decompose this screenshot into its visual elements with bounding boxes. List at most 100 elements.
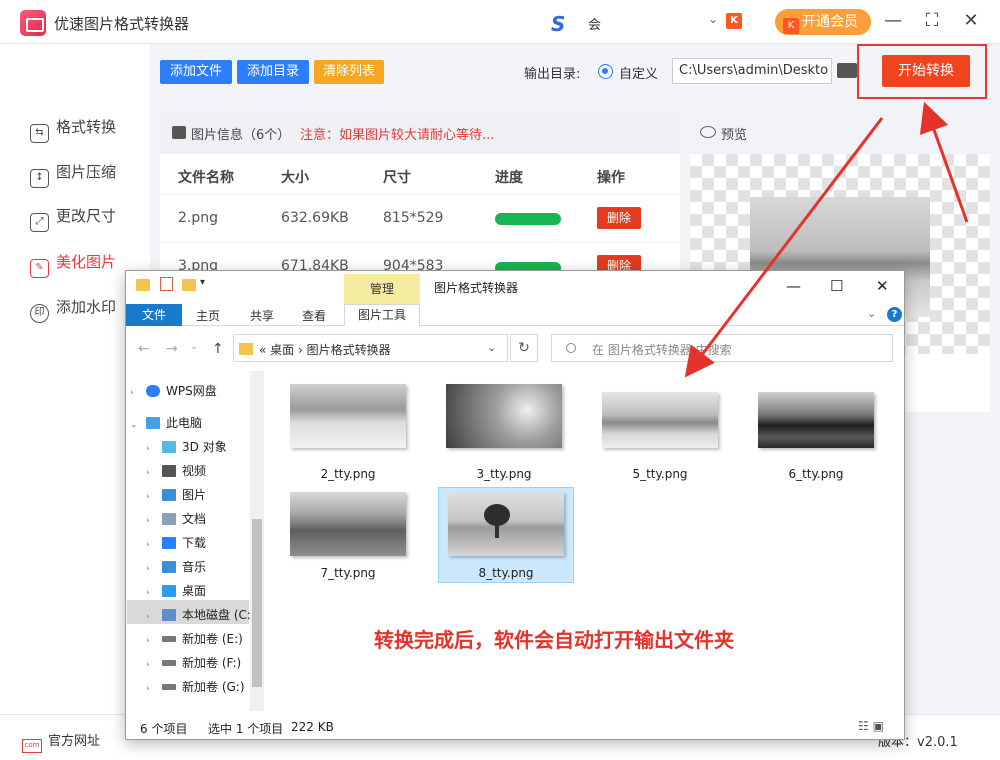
column-header-name: 文件名称 — [178, 170, 234, 186]
cell-file-size: 632.69KB — [281, 210, 349, 226]
up-arrow-icon[interactable]: ↑ — [212, 341, 224, 357]
image-icon — [172, 126, 186, 139]
tree-item-desktop[interactable]: › 桌面 — [146, 581, 206, 601]
chevron-down-icon[interactable]: ⌄ — [708, 12, 718, 26]
maximize-icon[interactable]: ☐ — [830, 277, 843, 295]
resize-icon: ⤢ — [30, 213, 49, 232]
sidebar-item-label: 添加水印 — [56, 298, 117, 316]
official-site-link[interactable]: com 官方网址 — [22, 730, 100, 753]
thumbnail-image[interactable] — [758, 392, 874, 448]
sidebar-item-resize[interactable]: ⤢ 更改尺寸 — [30, 205, 116, 232]
tree-item-drive-g[interactable]: › 新加卷 (G:) — [146, 677, 245, 697]
minimize-icon[interactable]: — — [882, 10, 904, 32]
thumbnail-image[interactable] — [448, 492, 564, 556]
file-name[interactable]: 8_tty.png — [441, 566, 571, 580]
tree-item-wps[interactable]: › WPS网盘 — [130, 381, 217, 401]
tab-view[interactable]: 查看 — [302, 307, 326, 324]
official-site-label: 官方网址 — [48, 734, 101, 749]
column-header-dims: 尺寸 — [383, 170, 411, 186]
add-file-button[interactable]: 添加文件 — [160, 60, 232, 84]
folder-icon — [239, 343, 253, 355]
thumbnail-image[interactable] — [290, 492, 406, 556]
tab-file[interactable]: 文件 — [126, 304, 182, 326]
notice-text: 注意：如果图片较大请耐心等待... — [300, 128, 495, 143]
tab-picture-tools[interactable]: 图片工具 — [344, 304, 420, 326]
tree-item-pictures[interactable]: › 图片 — [146, 485, 206, 505]
chevron-down-icon[interactable]: ⌄ — [487, 341, 496, 354]
thumbnail-image[interactable] — [602, 392, 718, 448]
tree-item-music[interactable]: › 音乐 — [146, 557, 206, 577]
maximize-icon[interactable]: ⛶ — [921, 10, 943, 32]
cloud-icon — [146, 385, 160, 397]
tree-item-downloads[interactable]: › 下载 — [146, 533, 206, 553]
tree-item-3d-objects[interactable]: › 3D 对象 — [146, 437, 227, 457]
sidebar-item-label: 美化图片 — [56, 253, 117, 271]
file-name[interactable]: 2_tty.png — [283, 467, 413, 481]
refresh-icon[interactable]: ↻ — [510, 334, 538, 362]
folder-icon[interactable] — [136, 279, 150, 291]
app-title: 优速图片格式转换器 — [54, 15, 190, 33]
view-toggle-icon[interactable]: ☷ ▣ — [858, 719, 884, 733]
tree-item-documents[interactable]: › 文档 — [146, 509, 206, 529]
thumbnail-image[interactable] — [446, 384, 562, 448]
sidebar-item-watermark[interactable]: 印添加水印 — [30, 296, 117, 323]
close-icon[interactable]: ✕ — [876, 277, 889, 295]
column-header-size: 大小 — [281, 170, 309, 186]
back-arrow-icon[interactable]: ← — [138, 341, 150, 357]
scrollbar-thumb[interactable] — [252, 519, 262, 687]
music-icon — [162, 561, 176, 573]
output-path-input[interactable]: C:\Users\admin\Deskto — [672, 58, 832, 84]
download-icon — [162, 537, 176, 549]
sidebar-item-beautify[interactable]: ✎ 美化图片 — [30, 251, 117, 278]
user-badge-icon: K — [726, 13, 742, 29]
video-icon — [162, 465, 176, 477]
tree-item-label: 视频 — [182, 464, 207, 478]
tree-item-drive-f[interactable]: › 新加卷 (F:) — [146, 653, 241, 673]
web-icon: com — [22, 739, 42, 753]
sidebar-item-compress[interactable]: ↕ 图片压缩 — [30, 161, 116, 188]
desktop-icon — [162, 585, 176, 597]
recent-dropdown-icon[interactable]: ⌄ — [190, 341, 198, 352]
search-placeholder: 在 图片格式转换器 中搜索 — [592, 343, 732, 357]
user-name[interactable]: 会 — [588, 14, 601, 33]
close-icon[interactable]: ✕ — [960, 10, 982, 32]
tree-item-label: WPS网盘 — [166, 384, 217, 398]
delete-button[interactable]: 删除 — [597, 207, 641, 229]
tab-manage[interactable]: 管理 — [344, 274, 420, 304]
tree-item-this-pc[interactable]: ⌄ 此电脑 — [130, 413, 202, 433]
address-text[interactable]: « 桌面 › 图片格式转换器 — [259, 341, 391, 358]
file-name[interactable]: 5_tty.png — [595, 467, 725, 481]
chevron-down-icon[interactable]: ⌄ — [867, 307, 876, 320]
file-name[interactable]: 7_tty.png — [283, 566, 413, 580]
eye-icon — [700, 126, 716, 138]
new-folder-icon[interactable] — [182, 279, 196, 291]
cell-file-dims: 815*529 — [383, 210, 444, 226]
clear-list-button[interactable]: 清除列表 — [314, 60, 384, 84]
add-directory-button[interactable]: 添加目录 — [237, 60, 309, 84]
app-logo-icon — [20, 10, 46, 36]
properties-icon[interactable] — [160, 277, 173, 291]
customize-quick-access-icon[interactable]: ▾ — [200, 277, 205, 288]
forward-arrow-icon[interactable]: → — [166, 341, 178, 357]
custom-dir-radio[interactable] — [598, 64, 613, 79]
tree-item-label: 此电脑 — [166, 416, 203, 430]
file-name[interactable]: 3_tty.png — [439, 467, 569, 481]
tree-item-drive-e[interactable]: › 新加卷 (E:) — [146, 629, 243, 649]
vip-button[interactable]: K 开通会员 — [775, 9, 871, 35]
drive-icon — [162, 636, 176, 642]
file-name[interactable]: 6_tty.png — [751, 467, 881, 481]
tree-item-drive-c[interactable]: › 本地磁盘 (C: — [146, 605, 251, 625]
tree-shape — [484, 504, 510, 526]
folder-icon[interactable] — [837, 63, 857, 78]
sidebar-item-format-convert[interactable]: ⇆ 格式转换 — [30, 116, 117, 143]
help-icon[interactable]: ? — [887, 307, 902, 322]
tab-share[interactable]: 共享 — [250, 307, 274, 324]
tree-item-video[interactable]: › 视频 — [146, 461, 206, 481]
start-convert-button[interactable]: 开始转换 — [882, 55, 970, 87]
minimize-icon[interactable]: — — [786, 277, 801, 295]
user-logo-icon: S — [551, 12, 566, 36]
tab-home[interactable]: 主页 — [196, 307, 220, 324]
divider — [160, 242, 680, 243]
thumbnail-image[interactable] — [290, 384, 406, 448]
sidebar-item-label: 格式转换 — [56, 118, 117, 136]
